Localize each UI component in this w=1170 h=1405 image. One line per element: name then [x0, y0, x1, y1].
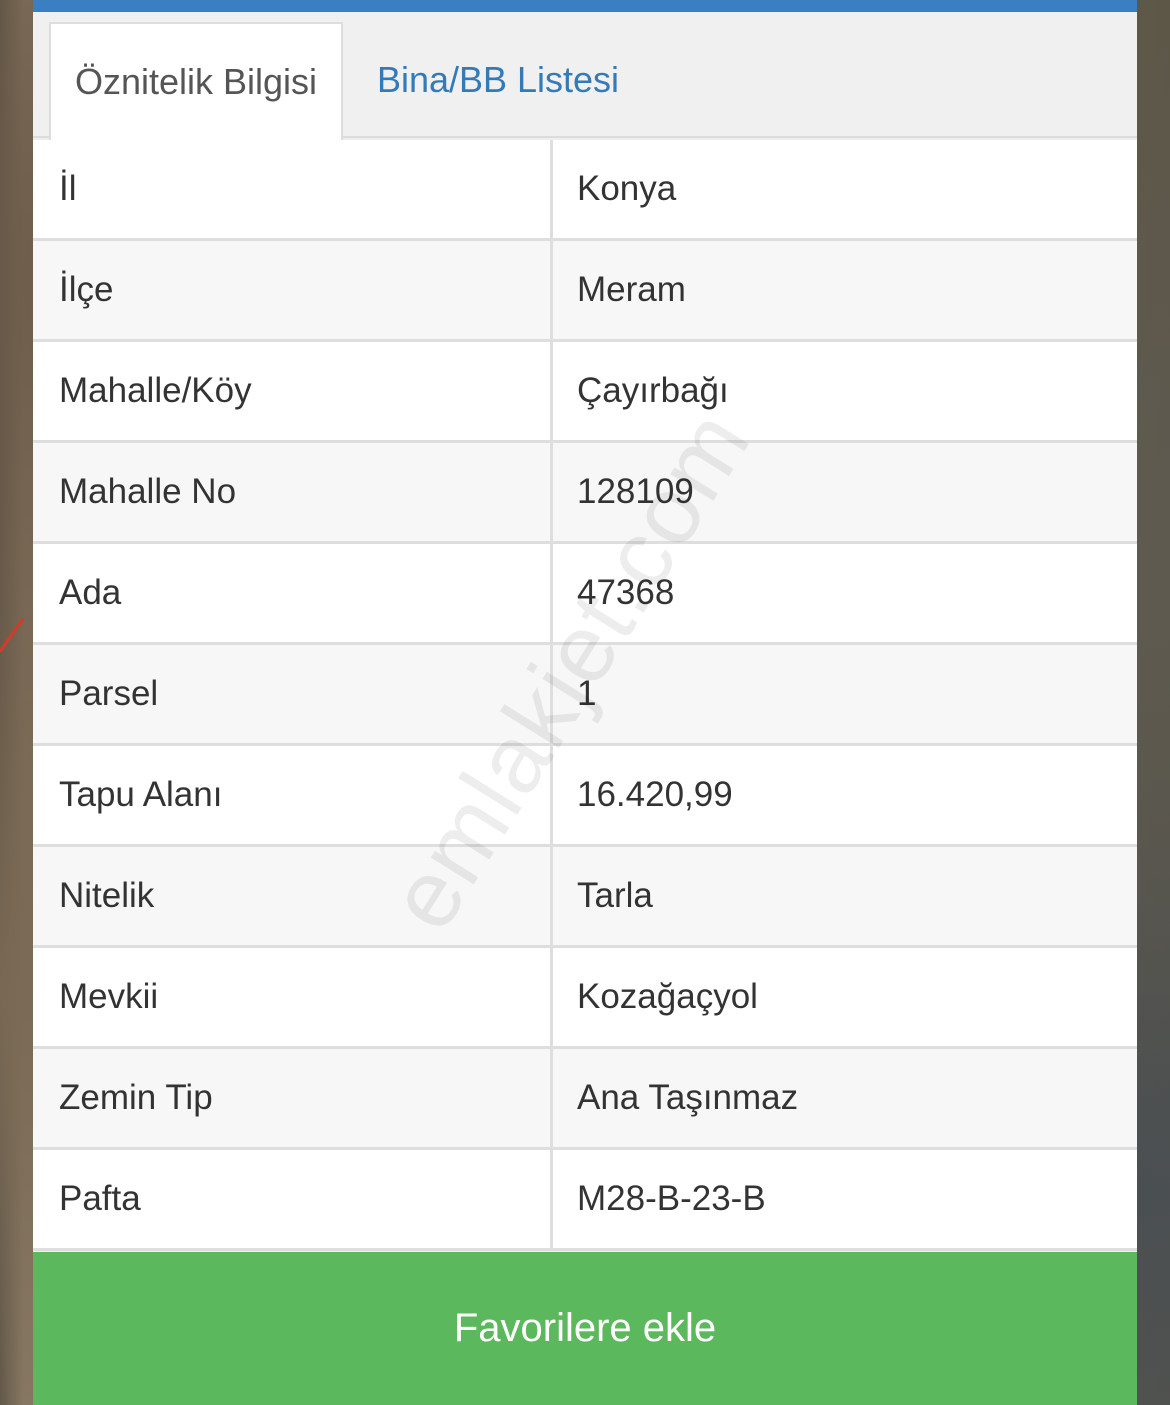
table-row: Zemin Tip Ana Taşınmaz: [33, 1049, 1137, 1150]
row-value: Kozağaçyol: [577, 977, 758, 1016]
table-row: Mevkii Kozağaçyol: [33, 948, 1137, 1049]
row-key: Zemin Tip: [33, 1049, 553, 1147]
row-value: Meram: [577, 270, 686, 309]
attribute-table: İl Konya İlçe Meram Mahalle/Köy Çayırbağ…: [33, 140, 1137, 1251]
parcel-info-panel: Öznitelik Bilgisi Bina/BB Listesi İl Kon…: [33, 0, 1137, 1405]
row-value: 128109: [577, 472, 694, 511]
panel-top-bar: [33, 0, 1137, 12]
row-key: İlçe: [33, 241, 553, 339]
table-row: Mahalle No 128109: [33, 443, 1137, 544]
row-key: Tapu Alanı: [33, 746, 553, 844]
table-row: Parsel 1: [33, 645, 1137, 746]
row-value: Ana Taşınmaz: [577, 1078, 799, 1117]
row-key: Mevkii: [33, 948, 553, 1046]
row-value: 16.420,99: [577, 775, 733, 814]
row-value: Konya: [577, 169, 677, 208]
row-key: Nitelik: [33, 847, 553, 945]
table-row: Ada 47368: [33, 544, 1137, 645]
row-key: Pafta: [33, 1150, 553, 1248]
table-row: Nitelik Tarla: [33, 847, 1137, 948]
row-value: Çayırbağı: [577, 371, 729, 410]
table-row: Mahalle/Köy Çayırbağı: [33, 342, 1137, 443]
tab-bar: Öznitelik Bilgisi Bina/BB Listesi: [33, 12, 1137, 140]
table-row: Tapu Alanı 16.420,99: [33, 746, 1137, 847]
row-key: İl: [33, 140, 553, 238]
row-value: Tarla: [577, 876, 653, 915]
row-value: 1: [577, 674, 597, 713]
tab-attribute-info[interactable]: Öznitelik Bilgisi: [49, 22, 343, 140]
tab-building-list[interactable]: Bina/BB Listesi: [363, 22, 633, 138]
table-row: İl Konya: [33, 140, 1137, 241]
row-value: M28-B-23-B: [577, 1179, 766, 1218]
map-road-line: [0, 617, 25, 653]
table-row: İlçe Meram: [33, 241, 1137, 342]
row-key: Mahalle/Köy: [33, 342, 553, 440]
table-row: Pafta M28-B-23-B: [33, 1150, 1137, 1251]
row-key: Parsel: [33, 645, 553, 743]
row-key: Ada: [33, 544, 553, 642]
row-key: Mahalle No: [33, 443, 553, 541]
add-to-favorites-button[interactable]: Favorilere ekle: [33, 1252, 1137, 1405]
row-value: 47368: [577, 573, 675, 612]
